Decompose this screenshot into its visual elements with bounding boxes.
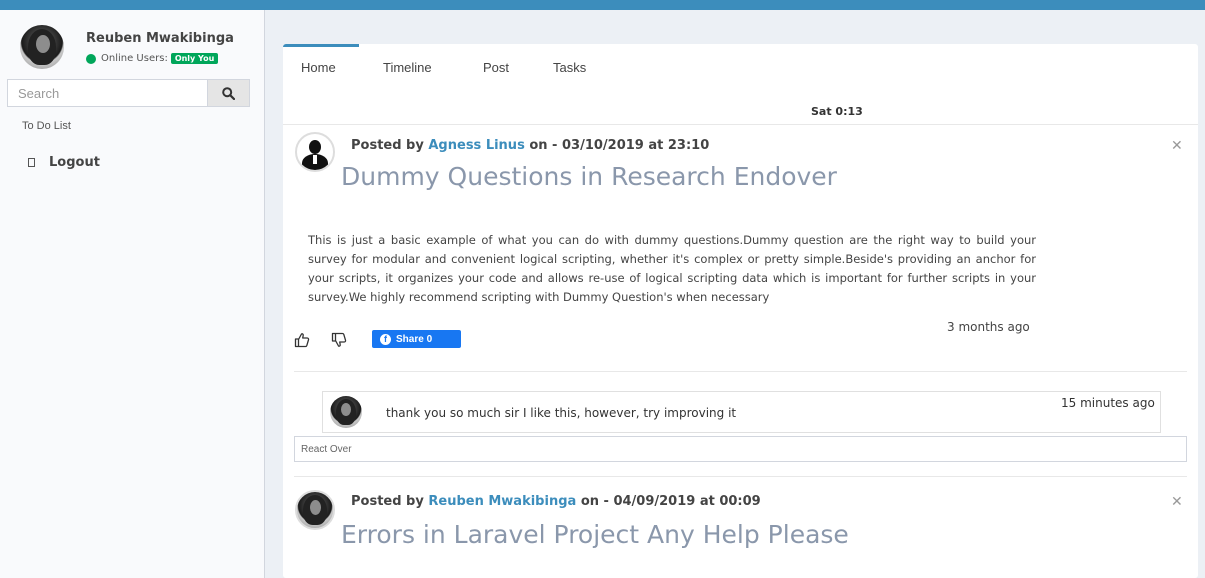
comment-item: thank you so much sir I like this, howev…	[322, 391, 1161, 433]
post-time-ago: 3 months ago	[947, 320, 1030, 334]
tab-timeline[interactable]: Timeline	[383, 60, 432, 75]
like-icon[interactable]	[294, 332, 310, 348]
facebook-icon: f	[380, 333, 391, 345]
logout-icon	[28, 158, 35, 167]
search-icon	[222, 86, 235, 100]
search-input[interactable]	[7, 79, 207, 107]
post-author-avatar	[295, 132, 335, 172]
search-button[interactable]	[207, 79, 250, 107]
online-dot-icon	[86, 53, 96, 64]
post-date: on - 03/10/2019 at 23:10	[529, 138, 710, 153]
search-form	[7, 79, 250, 107]
comment-text: thank you so much sir I like this, howev…	[386, 406, 737, 420]
divider	[294, 371, 1187, 372]
main-panel: Home Timeline Post Tasks Sat 0:13 Posted…	[283, 44, 1198, 578]
close-icon[interactable]: ✕	[1171, 138, 1183, 154]
nav-tabs: Home Timeline Post Tasks	[283, 44, 1198, 86]
online-status: Online Users: Only You	[86, 53, 219, 64]
sidebar-item-todo-list[interactable]: To Do List	[22, 120, 71, 132]
top-header-bar	[0, 0, 1205, 10]
close-icon[interactable]: ✕	[1171, 494, 1183, 510]
post-meta: Posted by Agness Linus on - 03/10/2019 a…	[351, 138, 709, 153]
post-author-link[interactable]: Reuben Mwakibinga	[428, 494, 576, 509]
divider	[283, 124, 1198, 125]
logout-label: Logout	[49, 155, 100, 170]
divider	[294, 476, 1187, 477]
post-author-link[interactable]: Agness Linus	[428, 138, 524, 153]
facebook-share-button[interactable]: f Share 0	[372, 330, 461, 348]
sidebar-item-logout[interactable]: Logout	[28, 155, 100, 170]
tab-post[interactable]: Post	[483, 60, 509, 75]
commenter-avatar	[330, 396, 362, 428]
posted-by-label: Posted by	[351, 494, 424, 509]
clock: Sat 0:13	[811, 105, 863, 118]
share-label: Share 0	[396, 333, 433, 345]
user-avatar[interactable]	[20, 25, 64, 69]
sidebar: Reuben Mwakibinga Online Users: Only You…	[0, 10, 265, 578]
post-date: on - 04/09/2019 at 00:09	[580, 494, 761, 509]
comment-time-ago: 15 minutes ago	[1061, 396, 1155, 410]
tab-tasks[interactable]: Tasks	[553, 60, 586, 75]
online-users-label: Online Users:	[101, 53, 168, 64]
post-meta: Posted by Reuben Mwakibinga on - 04/09/2…	[351, 494, 761, 509]
online-users-badge: Only You	[170, 53, 219, 64]
dislike-icon[interactable]	[331, 332, 347, 348]
user-name: Reuben Mwakibinga	[86, 31, 234, 46]
post-author-avatar	[295, 490, 335, 530]
post-title[interactable]: Dummy Questions in Research Endover	[341, 162, 837, 191]
react-comment-input[interactable]	[294, 436, 1187, 462]
tab-home[interactable]: Home	[301, 60, 336, 75]
post-body: This is just a basic example of what you…	[308, 233, 1036, 304]
active-tab-indicator	[283, 44, 359, 47]
posted-by-label: Posted by	[351, 138, 424, 153]
post-title[interactable]: Errors in Laravel Project Any Help Pleas…	[341, 520, 849, 549]
